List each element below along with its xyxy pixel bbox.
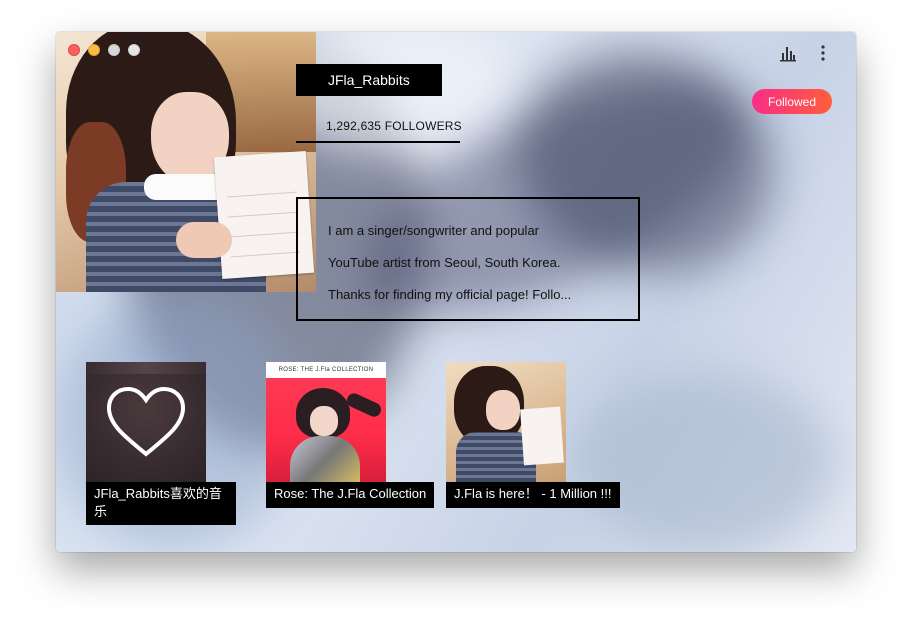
album-cover-band: ROSE: THE J.Fla COLLECTION — [266, 362, 386, 378]
more-options-icon[interactable] — [816, 44, 830, 62]
bio-line: Thanks for finding my official page! Fol… — [328, 287, 572, 302]
album-title[interactable]: JFla_Rabbits喜欢的音乐 — [86, 482, 236, 525]
app-window: JFla_Rabbits 1,292,635 FOLLOWERS I am a … — [56, 32, 856, 552]
artist-profile-photo — [56, 32, 316, 292]
album-cover-liked-music[interactable] — [86, 362, 206, 482]
close-button[interactable] — [68, 44, 80, 56]
bio-line: I am a singer/songwriter and popular — [328, 223, 540, 238]
album-title[interactable]: Rose: The J.Fla Collection — [266, 482, 435, 508]
follower-count: 1,292,635 FOLLOWERS — [326, 119, 462, 133]
minimize-button[interactable] — [88, 44, 100, 56]
window-controls — [68, 44, 140, 56]
artist-name: JFla_Rabbits — [296, 64, 442, 96]
album-title[interactable]: J.Fla is here！ - 1 Million !!! — [446, 482, 620, 508]
artist-bio: I am a singer/songwriter and popular You… — [296, 197, 640, 321]
zoom-button[interactable] — [108, 44, 120, 56]
followed-button[interactable]: Followed — [752, 89, 832, 114]
bio-line: YouTube artist from Seoul, South Korea. — [328, 255, 561, 270]
bar-chart-icon[interactable] — [779, 44, 797, 62]
album-cover-jfla-is-here[interactable] — [446, 362, 566, 482]
followers-divider — [296, 141, 460, 143]
album-cover-rose[interactable]: ROSE: THE J.Fla COLLECTION — [266, 362, 386, 482]
heart-icon — [106, 386, 186, 457]
extra-window-button[interactable] — [128, 44, 140, 56]
